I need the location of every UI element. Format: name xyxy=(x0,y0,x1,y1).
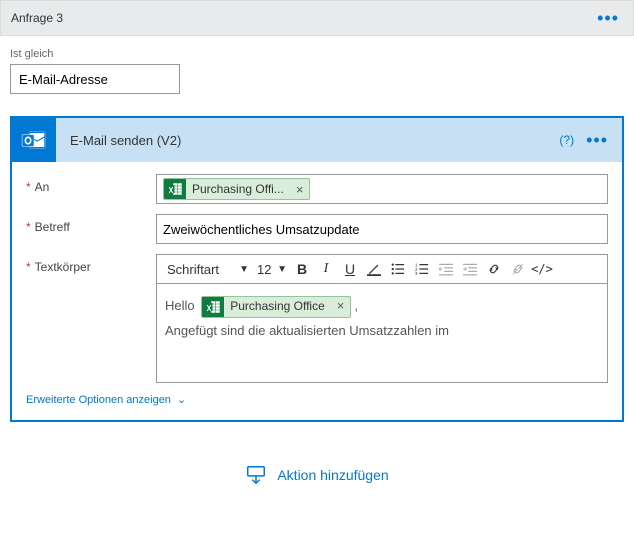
numbered-list-icon[interactable]: 123 xyxy=(411,258,433,280)
body-editor[interactable]: Hello Purchasing Office × , Angefügt sin… xyxy=(156,283,608,383)
svg-text:3: 3 xyxy=(415,271,418,276)
chip-remove-icon[interactable]: × xyxy=(290,182,310,197)
help-icon[interactable]: (?) xyxy=(559,133,574,147)
underline-icon[interactable]: U xyxy=(339,258,361,280)
chip-label: Purchasing Office xyxy=(224,296,331,318)
dynamic-content-chip: Purchasing Offi... × xyxy=(163,178,310,200)
indent-icon[interactable] xyxy=(459,258,481,280)
trigger-title: Anfrage 3 xyxy=(11,11,63,25)
condition-value-input[interactable] xyxy=(10,64,180,94)
excel-icon xyxy=(164,178,186,200)
card-menu-icon[interactable]: ••• xyxy=(586,130,608,151)
font-family-select[interactable]: Schriftart▼ xyxy=(163,260,253,279)
condition-block: Ist gleich xyxy=(0,36,634,94)
trigger-header: Anfrage 3 ••• xyxy=(0,0,634,36)
add-action-icon xyxy=(245,464,267,486)
editor-toolbar: Schriftart▼ 12▼ B I U 123 </> xyxy=(156,254,608,283)
link-icon[interactable] xyxy=(483,258,505,280)
bullet-list-icon[interactable] xyxy=(387,258,409,280)
send-email-card: E-Mail senden (V2) (?) ••• *An Purchasin… xyxy=(10,116,624,422)
operator-label: Ist gleich xyxy=(10,48,624,60)
font-size-select[interactable]: 12▼ xyxy=(255,260,289,279)
italic-icon[interactable]: I xyxy=(315,258,337,280)
chip-label: Purchasing Offi... xyxy=(186,182,290,196)
body-row: *Textkörper Schriftart▼ 12▼ B I U 123 xyxy=(26,254,608,383)
to-input[interactable]: Purchasing Offi... × xyxy=(156,174,608,204)
chip-remove-icon[interactable]: × xyxy=(331,296,351,318)
body-label: *Textkörper xyxy=(26,254,156,274)
subject-input-wrap xyxy=(156,214,608,244)
outlook-icon xyxy=(12,118,56,162)
subject-input[interactable] xyxy=(163,222,601,237)
outdent-icon[interactable] xyxy=(435,258,457,280)
to-label: *An xyxy=(26,174,156,194)
body-line2: Angefügt sind die aktualisierten Umsatzz… xyxy=(165,319,599,344)
dynamic-content-chip: Purchasing Office × xyxy=(201,296,351,318)
card-title: E-Mail senden (V2) xyxy=(56,133,559,148)
unlink-icon[interactable] xyxy=(507,258,529,280)
add-action-label: Aktion hinzufügen xyxy=(277,467,388,483)
card-header: E-Mail senden (V2) (?) ••• xyxy=(12,118,622,162)
show-advanced-link[interactable]: Erweiterte Optionen anzeigen ⌄ xyxy=(26,393,608,406)
subject-label: *Betreff xyxy=(26,214,156,234)
subject-row: *Betreff xyxy=(26,214,608,244)
add-action-button[interactable]: Aktion hinzufügen xyxy=(0,464,634,486)
trigger-menu-icon[interactable]: ••• xyxy=(597,8,619,29)
chevron-down-icon: ⌄ xyxy=(177,393,186,406)
to-row: *An Purchasing Offi... × xyxy=(26,174,608,204)
card-body: *An Purchasing Offi... × *Betreff *Textk… xyxy=(12,162,622,420)
excel-icon xyxy=(202,296,224,318)
code-view-icon[interactable]: </> xyxy=(531,258,553,280)
bold-icon[interactable]: B xyxy=(291,258,313,280)
body-hello-text: Hello xyxy=(165,298,195,313)
font-color-icon[interactable] xyxy=(363,258,385,280)
